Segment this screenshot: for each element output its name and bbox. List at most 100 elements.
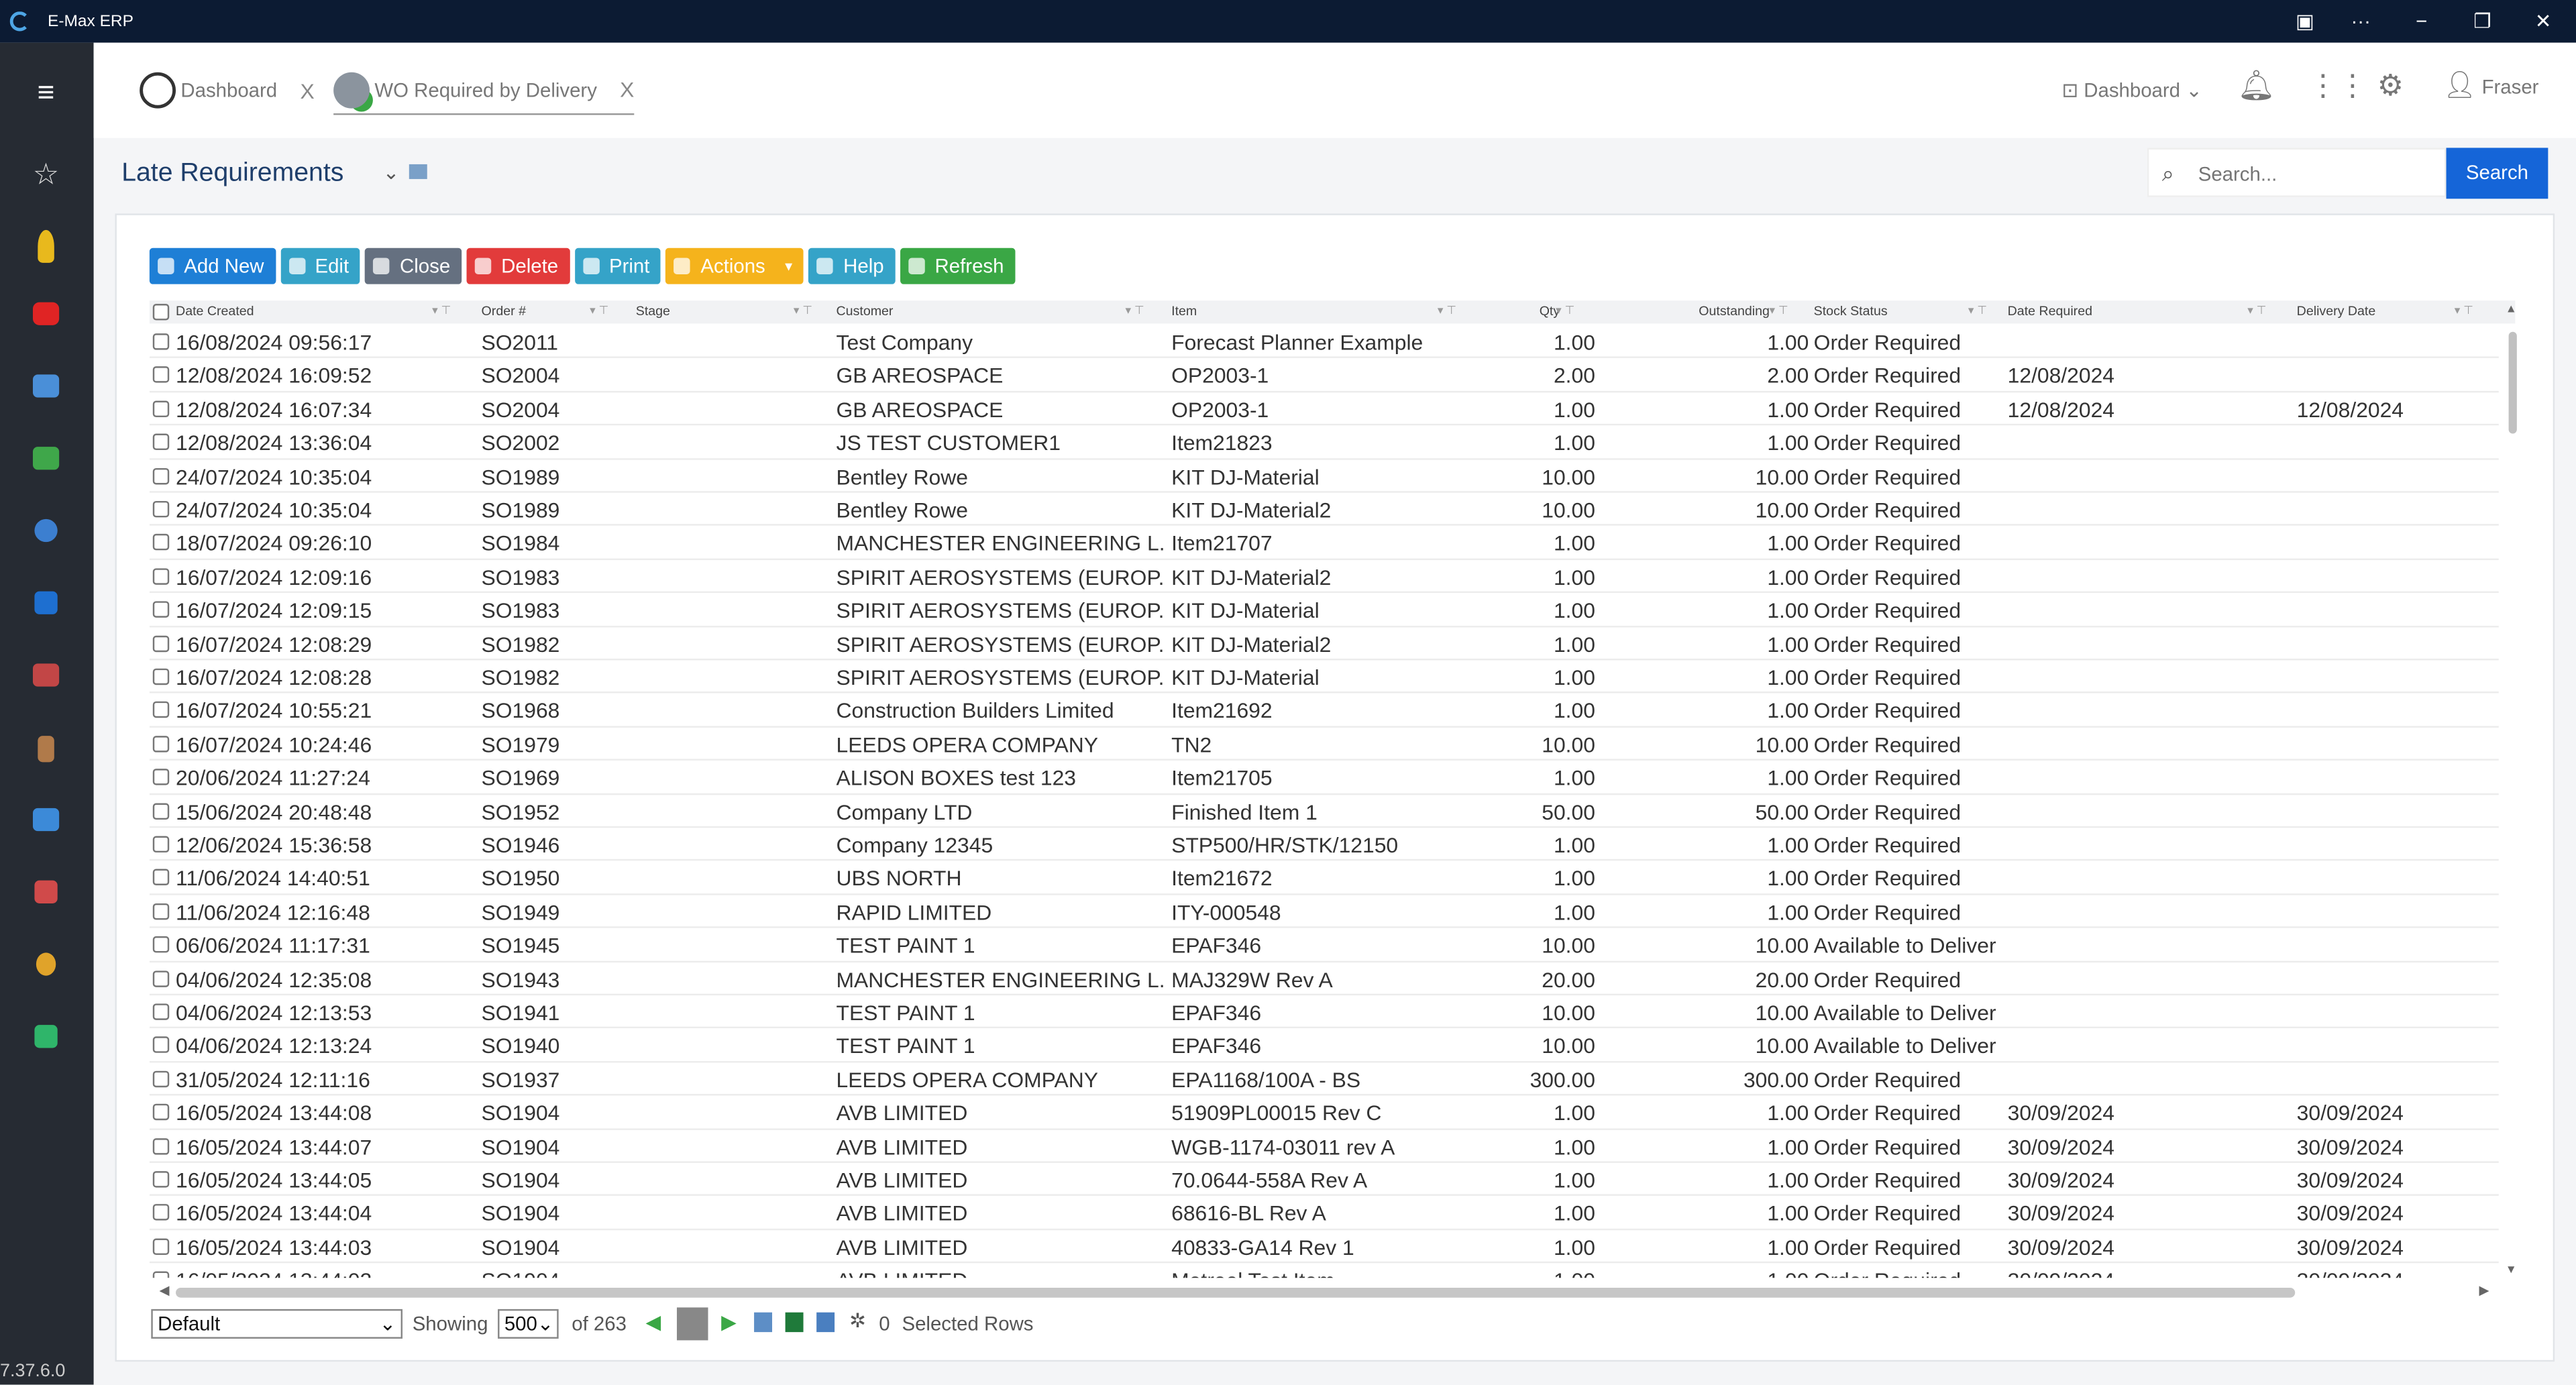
row-checkbox[interactable] xyxy=(152,1070,170,1087)
cube-icon[interactable] xyxy=(34,880,58,903)
column-header-item[interactable]: Item xyxy=(1171,304,1197,319)
table-row[interactable]: 04/06/2024 12:35:08 SO1943 MANCHESTER ENGI… xyxy=(149,962,2499,996)
table-row[interactable]: 18/07/2024 09:26:10 SO1984 MANCHESTER ENGI… xyxy=(149,527,2499,560)
search-button[interactable]: Search xyxy=(2446,148,2548,199)
table-row[interactable]: 12/06/2024 15:36:58 SO1946 Company 12345 ST… xyxy=(149,828,2499,862)
row-checkbox[interactable] xyxy=(152,567,170,585)
row-checkbox[interactable] xyxy=(152,1037,170,1054)
row-checkbox[interactable] xyxy=(152,1205,170,1221)
row-checkbox[interactable] xyxy=(152,1104,170,1121)
table-row[interactable]: 16/07/2024 10:55:21 SO1968 Construction Bu… xyxy=(149,694,2499,728)
star-icon[interactable]: ☆ xyxy=(30,158,62,190)
menu-icon[interactable]: ≡ xyxy=(30,76,62,109)
pawn-icon[interactable] xyxy=(38,229,54,263)
horizontal-scrollbar[interactable]: ◀ ▶ xyxy=(160,1283,2489,1299)
table-row[interactable]: 12/08/2024 16:07:34 SO2004 GB AREOSPACE OP2… xyxy=(149,392,2499,426)
row-checkbox[interactable] xyxy=(152,802,170,820)
export-icon[interactable] xyxy=(754,1312,773,1333)
row-checkbox[interactable] xyxy=(152,634,170,652)
chart-icon[interactable] xyxy=(32,447,60,470)
column-header-delivery-date[interactable]: Delivery Date xyxy=(2297,304,2376,319)
globe-icon[interactable] xyxy=(34,518,58,543)
row-checkbox[interactable] xyxy=(152,903,170,920)
table-row[interactable]: 16/05/2024 13:44:07 SO1904 AVB LIMITED WGB-… xyxy=(149,1129,2499,1163)
row-checkbox[interactable] xyxy=(152,601,170,618)
row-checkbox[interactable] xyxy=(152,400,170,417)
tab-wo-required[interactable]: WO Required by Delivery X xyxy=(333,66,635,115)
filter-icon[interactable]: ▾ ⊤ xyxy=(590,304,608,317)
bell-icon[interactable]: 🔔︎ xyxy=(2238,69,2275,103)
filter-icon[interactable]: ▾ ⊤ xyxy=(2247,304,2266,317)
filter-icon[interactable]: ▾ ⊤ xyxy=(1770,304,1788,317)
column-header-order[interactable]: Order # xyxy=(482,304,526,319)
settings-gear-icon[interactable]: ⚙ xyxy=(2377,69,2404,103)
table-row[interactable]: 06/06/2024 11:17:31 SO1945 TEST PAINT 1 EPA… xyxy=(149,928,2499,962)
stop-icon[interactable] xyxy=(32,302,60,325)
book-icon[interactable] xyxy=(32,663,60,687)
row-checkbox[interactable] xyxy=(152,836,170,853)
layout-select[interactable]: Default ⌄ xyxy=(151,1309,403,1339)
table-row[interactable]: 11/06/2024 12:16:48 SO1949 RAPID LIMITED IT… xyxy=(149,895,2499,929)
table-row[interactable]: 16/08/2024 09:56:17 SO2011 Test Company For… xyxy=(149,325,2499,359)
table-row[interactable]: 16/07/2024 10:24:46 SO1979 LEEDS OPERA COM… xyxy=(149,727,2499,761)
column-header-date-created[interactable]: Date Created xyxy=(176,304,254,319)
scroll-right-icon[interactable]: ▶ xyxy=(2479,1283,2489,1298)
table-row[interactable]: 16/07/2024 12:09:15 SO1983 SPIRIT AEROSYST… xyxy=(149,594,2499,627)
row-checkbox[interactable] xyxy=(152,1171,170,1188)
table-row[interactable]: 24/07/2024 10:35:04 SO1989 Bentley Rowe KIT… xyxy=(149,459,2499,493)
column-header-date-required[interactable]: Date Required xyxy=(2008,304,2092,319)
table-row[interactable]: 11/06/2024 14:40:51 SO1950 UBS NORTH Item21… xyxy=(149,861,2499,895)
filter-icon[interactable]: ▾ ⊤ xyxy=(2455,304,2473,317)
tab-dashboard[interactable]: Dashboard X xyxy=(140,66,315,115)
table-row[interactable]: 16/05/2024 13:44:02 SO1904 AVB LIMITED Metr… xyxy=(150,1264,2499,1278)
row-checkbox[interactable] xyxy=(152,936,170,953)
row-checkbox[interactable] xyxy=(152,735,170,753)
scroll-left-icon[interactable]: ◀ xyxy=(160,1283,170,1298)
table-row[interactable]: 12/08/2024 16:09:52 SO2004 GB AREOSPACE OP2… xyxy=(149,359,2499,392)
table-row[interactable]: 16/05/2024 13:44:08 SO1904 AVB LIMITED 5190… xyxy=(149,1096,2499,1129)
vertical-scroll-thumb[interactable] xyxy=(2508,331,2517,434)
table-row[interactable]: 24/07/2024 10:35:04 SO1989 Bentley Rowe KIT… xyxy=(149,493,2499,527)
table-row[interactable]: 20/06/2024 11:27:24 SO1969 ALISON BOXES te… xyxy=(149,761,2499,795)
person-icon[interactable] xyxy=(38,736,54,763)
user-icon[interactable] xyxy=(36,952,56,976)
next-page-icon[interactable]: ▶ xyxy=(721,1311,737,1333)
add-new-button[interactable]: Add New xyxy=(149,247,276,284)
minimize-button[interactable]: − xyxy=(2408,8,2434,34)
view-dropdown-icon[interactable]: ⌄ xyxy=(383,161,400,184)
close-window-button[interactable]: ✕ xyxy=(2530,8,2556,34)
mail-icon[interactable] xyxy=(32,374,60,398)
filter-icon[interactable]: ▾ ⊤ xyxy=(432,304,451,317)
row-checkbox[interactable] xyxy=(152,367,170,384)
scroll-down-icon[interactable]: ▼ xyxy=(2506,1265,2517,1276)
current-page-box[interactable] xyxy=(676,1307,708,1341)
filter-icon[interactable]: ▾ ⊤ xyxy=(1126,304,1144,317)
row-checkbox[interactable] xyxy=(152,1238,170,1255)
table-row[interactable]: 16/07/2024 12:08:28 SO1982 SPIRIT AEROSYST… xyxy=(149,660,2499,694)
vertical-scrollbar[interactable]: ▲ ▼ xyxy=(2506,304,2517,1276)
table-row[interactable]: 16/05/2024 13:44:04 SO1904 AVB LIMITED 6861… xyxy=(149,1197,2499,1230)
prev-page-icon[interactable]: ◀ xyxy=(645,1311,661,1333)
tab-wo-required-close[interactable]: X xyxy=(620,77,634,102)
table-row[interactable]: 15/06/2024 20:48:48 SO1952 Company LTD Fini… xyxy=(149,794,2499,828)
clear-selection-icon[interactable]: ✲ xyxy=(849,1309,866,1332)
row-checkbox[interactable] xyxy=(152,1271,170,1278)
layout-icon[interactable] xyxy=(409,164,427,179)
cast-icon[interactable]: ▣ xyxy=(2292,8,2318,34)
excel-icon[interactable] xyxy=(785,1312,804,1333)
table-row[interactable]: 16/05/2024 13:44:03 SO1904 AVB LIMITED 4083… xyxy=(149,1230,2499,1264)
refresh-button[interactable]: Refresh xyxy=(900,247,1016,284)
actions-button[interactable]: Actions ▾ xyxy=(665,247,804,284)
table-row[interactable]: 16/07/2024 12:09:16 SO1983 SPIRIT AEROSYST… xyxy=(149,560,2499,594)
edit-button[interactable]: Edit xyxy=(280,247,361,284)
column-header-customer[interactable]: Customer xyxy=(837,304,894,319)
more-icon[interactable]: ··· xyxy=(2348,8,2374,34)
help-button[interactable]: Help xyxy=(808,247,896,284)
column-header-stage[interactable]: Stage xyxy=(636,304,670,319)
filter-icon[interactable]: ▾ ⊤ xyxy=(794,304,812,317)
close-button[interactable]: Close xyxy=(365,247,462,284)
row-checkbox[interactable] xyxy=(152,970,170,987)
horizontal-scroll-thumb[interactable] xyxy=(176,1288,2296,1298)
row-checkbox[interactable] xyxy=(152,433,170,451)
restore-button[interactable]: ❐ xyxy=(2469,8,2496,34)
